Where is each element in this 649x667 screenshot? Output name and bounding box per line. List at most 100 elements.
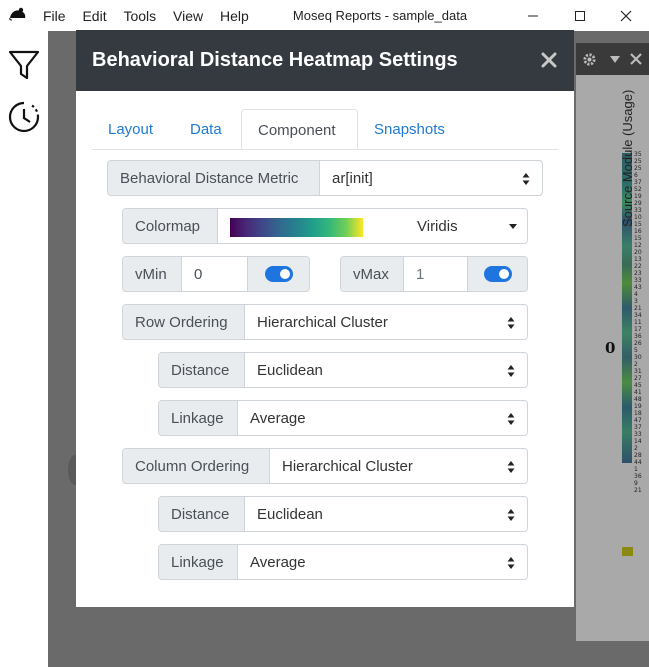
tick-label: 10 [634,214,642,221]
row-distance-label: Distance [159,353,245,387]
minimize-icon [528,15,538,16]
tick-label: 36 [634,333,642,340]
column-linkage-value: Average [250,553,306,571]
title-bar: File Edit Tools View Help Moseq Reports … [0,0,649,31]
panel-header [576,43,649,75]
tick-label: 3 [634,298,638,305]
menu-view[interactable]: View [173,8,203,24]
metric-select-group: Behavioral Distance Metric ar[init] [107,160,543,196]
tick-label: 2 [634,361,638,368]
caret-down-icon[interactable] [610,56,620,64]
tick-label: 48 [634,396,642,403]
filter-icon[interactable] [6,47,42,83]
tick-label: 33 [634,207,642,214]
tick-label: 1 [634,466,638,473]
y-axis-label: Source Module (Usage) [620,89,635,227]
column-ordering-select[interactable]: Hierarchical Cluster [270,449,527,483]
row-linkage-select[interactable]: Average [238,401,527,435]
tick-label: 47 [634,417,642,424]
row-distance-select[interactable]: Euclidean [245,353,527,387]
sort-arrows-icon [507,365,515,377]
sort-arrows-icon [507,413,515,425]
tick-label: 43 [634,284,642,291]
colormap-value: Viridis [417,218,458,235]
sort-arrows-icon [507,317,515,329]
tick-label: 33 [634,431,642,438]
column-linkage-select[interactable]: Average [238,545,527,579]
vmax-label: vMax [341,257,404,291]
tick-label: 22 [634,263,642,270]
tick-label: 28 [634,452,642,459]
metric-select[interactable]: ar[init] [320,161,542,195]
vmin-toggle-wrap [248,257,309,291]
column-distance-label: Distance [159,497,245,531]
vmin-input[interactable]: 0 [182,257,248,291]
tick-label: 4 [634,291,638,298]
close-icon[interactable] [540,51,558,69]
tick-label: 21 [634,305,642,312]
row-ordering-group: Row Ordering Hierarchical Cluster [122,304,528,340]
sort-arrows-icon [522,173,530,185]
tick-label: 45 [634,382,642,389]
zero-marker: 0 [605,339,616,357]
close-window-button[interactable] [603,0,649,31]
column-distance-value: Euclidean [257,505,323,523]
vmax-group: vMax 1 [340,256,528,292]
tab-data[interactable]: Data [174,109,238,149]
tick-label: 23 [634,270,642,277]
tab-layout[interactable]: Layout [92,109,169,149]
tick-label: 6 [634,172,638,179]
minimize-button[interactable] [510,0,556,31]
history-icon[interactable] [6,99,42,135]
vmin-toggle[interactable] [264,266,293,282]
menu-bar: File Edit Tools View Help [43,8,262,24]
tick-label: 11 [634,319,642,326]
legend-swatch [622,547,633,556]
tick-label: 25 [634,165,642,172]
metric-value: ar[init] [332,169,373,187]
vmin-label: vMin [123,257,182,291]
sort-arrows-icon [507,461,515,473]
tick-label: 37 [634,424,642,431]
column-linkage-label: Linkage [159,545,238,579]
tab-snapshots[interactable]: Snapshots [358,109,461,149]
tick-label: 33 [634,277,642,284]
tick-label: 41 [634,389,642,396]
tick-label: 13 [634,256,642,263]
column-distance-group: Distance Euclidean [158,496,528,532]
row-ordering-select[interactable]: Hierarchical Cluster [245,305,527,339]
tick-label: 27 [634,375,642,382]
tick-label: 15 [634,221,642,228]
vmin-group: vMin 0 [122,256,310,292]
menu-file[interactable]: File [43,8,66,24]
vmax-toggle[interactable] [483,266,512,282]
tab-component[interactable]: Component [241,109,358,149]
gear-icon[interactable] [582,52,597,67]
tick-label: 12 [634,242,642,249]
row-distance-value: Euclidean [257,361,323,379]
row-linkage-label: Linkage [159,401,238,435]
tick-label: 37 [634,179,642,186]
tick-label: 16 [634,228,642,235]
column-distance-select[interactable]: Euclidean [245,497,527,531]
menu-edit[interactable]: Edit [82,8,106,24]
tick-label: 36 [634,473,642,480]
toggle-knob [279,269,290,279]
tick-label: 30 [634,354,642,361]
column-ordering-value: Hierarchical Cluster [282,457,413,475]
vmax-toggle-wrap [468,257,527,291]
modal-title: Behavioral Distance Heatmap Settings [92,49,458,71]
tick-label: 31 [634,368,642,375]
settings-modal: Behavioral Distance Heatmap Settings Lay… [76,30,574,607]
colormap-group: Colormap Viridis [122,208,528,244]
menu-tools[interactable]: Tools [123,8,156,24]
maximize-button[interactable] [557,0,603,31]
menu-help[interactable]: Help [220,8,249,24]
toggle-knob [498,269,509,279]
left-toolbar [0,31,48,667]
tick-label: 2 [634,445,638,452]
modal-header: Behavioral Distance Heatmap Settings [76,30,574,91]
close-panel-icon[interactable] [630,53,642,65]
vmax-input[interactable]: 1 [404,257,468,291]
colormap-select[interactable]: Viridis [218,209,527,243]
